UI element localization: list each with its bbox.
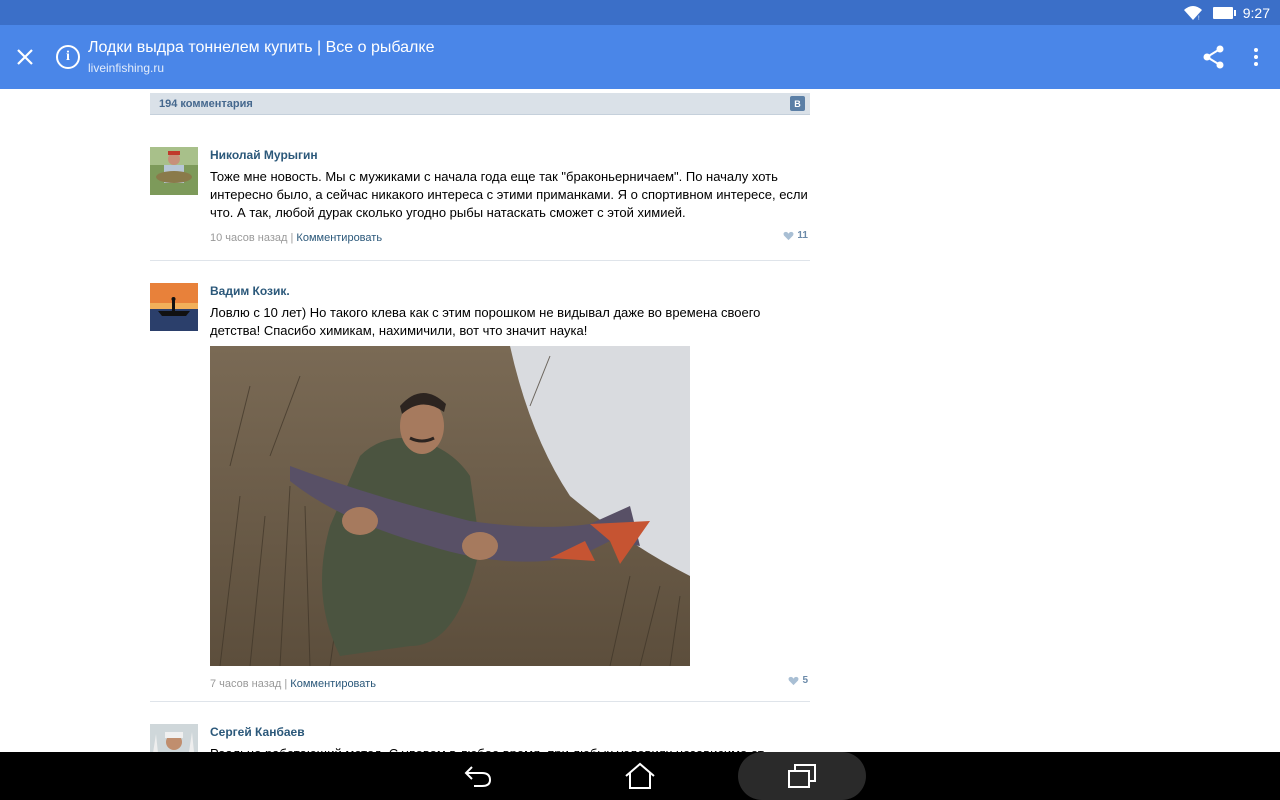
comment-meta: 7 часов назад | Комментировать <box>210 678 810 690</box>
home-icon <box>625 762 655 789</box>
comment-author[interactable]: Николай Мурыгин <box>210 148 810 162</box>
meta-separator: | <box>281 678 291 690</box>
status-bar: ! 9:27 <box>0 0 1280 25</box>
comment-body: Николай Мурыгин Тоже мне новость. Мы с м… <box>210 148 810 244</box>
page-title: Лодки выдра тоннелем купить | Все о рыба… <box>88 39 435 56</box>
close-button[interactable] <box>8 39 42 75</box>
system-nav-bar <box>0 752 1280 800</box>
wifi-icon: ! <box>1183 5 1202 21</box>
page-url: liveinfishing.ru <box>88 61 165 75</box>
comment-photo[interactable] <box>210 346 690 666</box>
home-button[interactable] <box>620 752 660 800</box>
page-title-block: Лодки выдра тоннелем купить | Все о рыба… <box>88 39 434 75</box>
like-count: 11 <box>797 230 808 241</box>
comment-author[interactable]: Сергей Канбаев <box>210 725 810 739</box>
recents-button[interactable] <box>782 752 822 800</box>
comment-item: Вадим Козик. Ловлю с 10 лет) Но такого к… <box>150 261 810 702</box>
like-button[interactable]: 11 <box>783 230 808 241</box>
custom-tab-toolbar: i Лодки выдра тоннелем купить | Все о ры… <box>0 25 1280 89</box>
avatar[interactable] <box>150 283 198 331</box>
like-button[interactable]: 5 <box>788 675 808 686</box>
comment-time: 7 часов назад <box>210 678 282 690</box>
comment-text: Ловлю с 10 лет) Но такого клева как с эт… <box>210 305 761 338</box>
battery-icon <box>1212 6 1236 19</box>
share-button[interactable] <box>1198 41 1230 73</box>
comment-item: Николай Мурыгин Тоже мне новость. Мы с м… <box>150 115 810 261</box>
clock: 9:27 <box>1242 4 1270 21</box>
svg-text:!: ! <box>1198 16 1200 21</box>
comment-reply-link[interactable]: Комментировать <box>290 678 376 690</box>
comment-reply-link[interactable]: Комментировать <box>296 232 382 244</box>
comment-meta: 10 часов назад | Комментировать <box>210 232 810 244</box>
info-icon[interactable]: i <box>56 45 80 69</box>
more-vert-icon[interactable] <box>1244 41 1268 73</box>
like-count: 5 <box>802 675 808 686</box>
recents-icon <box>788 764 816 788</box>
avatar[interactable] <box>150 147 198 195</box>
back-icon <box>464 766 492 787</box>
vk-logo[interactable]: В <box>790 96 805 111</box>
comments-count: 194 комментария <box>159 97 253 110</box>
comment-author[interactable]: Вадим Козик. <box>210 284 810 298</box>
heart-icon <box>783 231 794 240</box>
heart-icon <box>788 676 799 685</box>
close-icon <box>17 49 33 65</box>
comments-header: 194 комментария В <box>150 93 810 115</box>
status-icons: ! 9:27 <box>1183 0 1270 25</box>
comment-body: Вадим Козик. Ловлю с 10 лет) Но такого к… <box>210 284 810 690</box>
share-icon <box>1203 45 1224 69</box>
back-button[interactable] <box>458 752 498 800</box>
vk-comments-widget: 194 комментария В Николай Мурыгин Тоже м… <box>150 93 810 781</box>
comment-text: Тоже мне новость. Мы с мужиками с начала… <box>210 169 808 220</box>
comment-time: 10 часов назад <box>210 232 288 244</box>
